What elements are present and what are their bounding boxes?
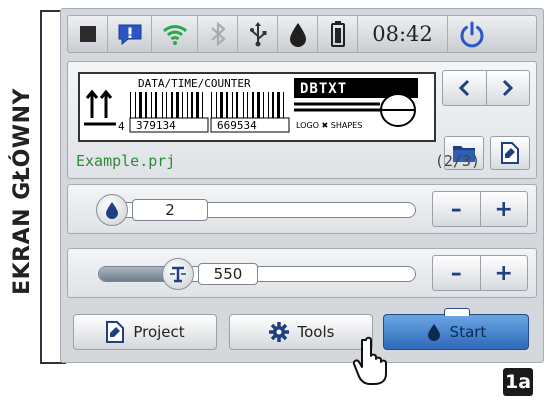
- page-counter: (2/3): [434, 152, 480, 170]
- logo-caption: LOGO ✖ SHAPES: [296, 121, 362, 130]
- size-value[interactable]: 550: [198, 263, 258, 285]
- gear-icon: [268, 322, 289, 342]
- label-digit: 4: [118, 120, 125, 133]
- ink-increase-button[interactable]: +: [479, 192, 528, 226]
- ink-drop-icon: [427, 324, 440, 341]
- project-edit-icon: [501, 142, 519, 164]
- usb-icon: [238, 16, 278, 52]
- ink-decrease-button[interactable]: –: [433, 192, 480, 226]
- start-button-label: Start: [449, 323, 487, 341]
- project-button-label: Project: [133, 323, 185, 341]
- start-button-tab: [444, 308, 470, 316]
- clock-time: 08:42: [372, 22, 433, 46]
- bluetooth-icon: [198, 16, 238, 52]
- label-preview-graphic: 4 DATA/TIME/COUNTER 379134 669534 DBTXT …: [84, 77, 418, 133]
- tools-button-label: Tools: [297, 323, 335, 341]
- hand-pointer-icon: [352, 336, 392, 390]
- ink-stepper: – +: [432, 191, 528, 227]
- side-label-text: EKRAN GŁÓWNY: [9, 87, 35, 295]
- next-button[interactable]: [485, 71, 530, 105]
- ink-drop-icon: [278, 16, 318, 52]
- chevron-left-icon: [459, 79, 470, 97]
- logo-text: DBTXT: [300, 81, 347, 97]
- ink-drop-icon: [106, 202, 118, 219]
- clock: 08:42: [358, 16, 448, 52]
- project-icon: [106, 321, 125, 343]
- file-name: Example.prj: [76, 152, 176, 170]
- ink-value[interactable]: 2: [132, 199, 208, 221]
- edit-project-button[interactable]: [490, 136, 530, 170]
- power-icon[interactable]: [448, 16, 496, 52]
- barcode-number-2: 669534: [217, 119, 257, 132]
- barcode-left: [130, 92, 203, 118]
- label-header: DATA/TIME/COUNTER: [138, 77, 251, 90]
- status-bar: 08:42: [67, 15, 537, 53]
- size-slider-row: 550 – +: [67, 248, 537, 298]
- barcode-right: [211, 92, 284, 118]
- battery-icon: [318, 16, 358, 52]
- size-decrease-button[interactable]: –: [433, 256, 480, 290]
- size-slider-thumb[interactable]: [162, 258, 194, 290]
- text-size-icon: [170, 266, 186, 283]
- label-preview[interactable]: 4 DATA/TIME/COUNTER 379134 669534 DBTXT …: [78, 72, 436, 142]
- alert-message-icon[interactable]: [108, 16, 152, 52]
- up-arrows-icon: [84, 89, 116, 126]
- previous-button[interactable]: [443, 71, 486, 105]
- chevron-right-icon: [502, 79, 513, 97]
- size-increase-button[interactable]: +: [479, 256, 528, 290]
- step-badge: 1a: [503, 368, 533, 396]
- ink-slider-thumb[interactable]: [96, 194, 128, 226]
- wifi-icon: [152, 16, 198, 52]
- side-label: EKRAN GŁÓWNY: [2, 60, 42, 322]
- project-preview-panel: 4 DATA/TIME/COUNTER 379134 669534 DBTXT …: [67, 61, 537, 179]
- barcode-number-1: 379134: [136, 119, 176, 132]
- project-button[interactable]: Project: [73, 314, 217, 350]
- preview-nav-group: [442, 70, 530, 106]
- stop-square-icon[interactable]: [68, 16, 108, 52]
- device-screen: 08:42 4 DATA/TIME/COUNTER 379134 669534 …: [60, 8, 544, 363]
- start-button[interactable]: Start: [383, 308, 529, 350]
- ink-slider-row: 2 – +: [67, 184, 537, 234]
- size-stepper: – +: [432, 255, 528, 291]
